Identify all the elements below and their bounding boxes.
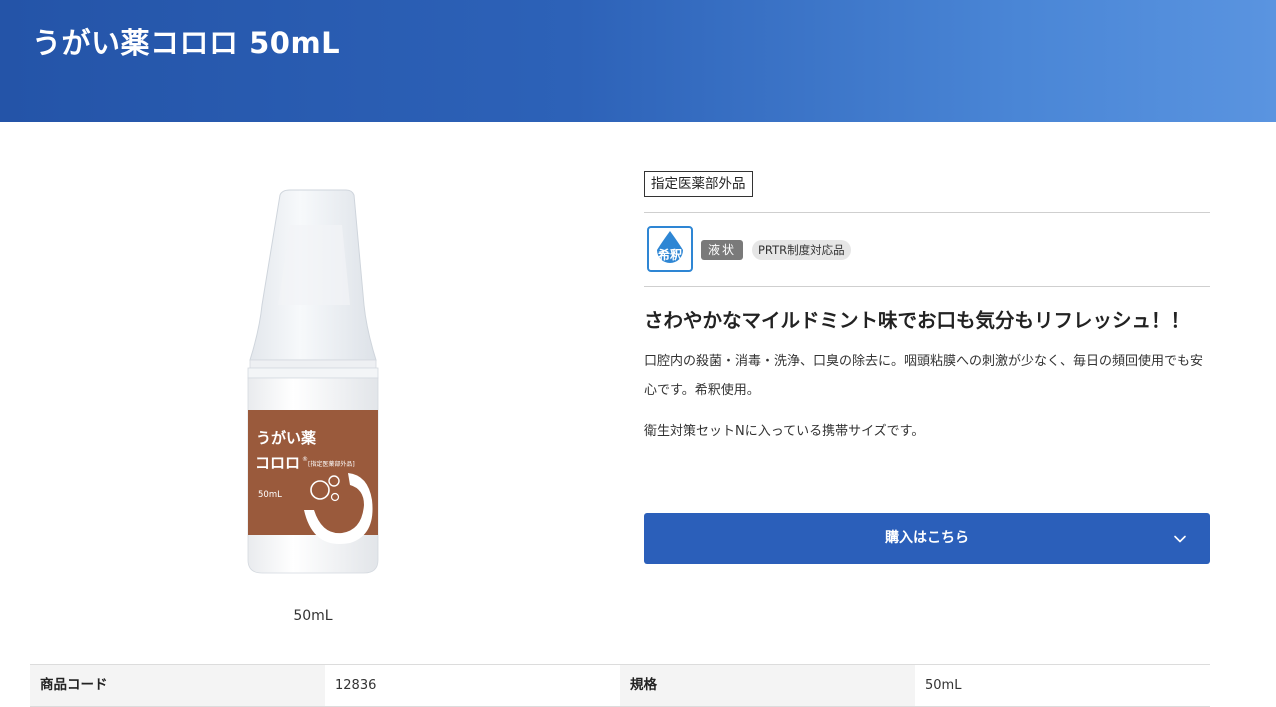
dilute-icon-text: 希釈 xyxy=(657,247,683,262)
spec-table: 商品コード 12836 規格 50mL xyxy=(30,664,1210,707)
description-sub: 衛生対策セットNに入っている携帯サイズです。 xyxy=(644,424,925,439)
page-header: うがい薬コロロ 50mL xyxy=(0,0,1276,122)
category-badge: 指定医薬部外品 xyxy=(644,171,753,197)
product-caption: 50mL xyxy=(293,608,333,624)
spec-code-value: 12836 xyxy=(325,665,620,706)
label-name: うがい薬 xyxy=(256,429,316,447)
spec-size-value: 50mL xyxy=(915,665,1210,706)
divider xyxy=(644,212,1210,213)
tag-prtr: PRTR制度対応品 xyxy=(752,240,851,260)
tag-liquid: 液状 xyxy=(701,240,744,260)
catchcopy: さわやかなマイルドミント味でお口も気分もリフレッシュ！！ xyxy=(644,309,1191,332)
product-image: うがい薬 コロロ ® [指定医薬部外品] 50mL xyxy=(247,189,379,574)
buy-button[interactable]: 購入はこちら xyxy=(644,513,1210,564)
description-main: 口腔内の殺菌・消毒・洗浄、口臭の除去に。咽頭粘膜への刺激が少なく、毎日の頻回使用… xyxy=(644,354,1204,398)
spec-code-label: 商品コード xyxy=(30,665,325,706)
label-volume: 50mL xyxy=(258,490,282,500)
dilute-icon: 希釈 xyxy=(647,226,693,272)
page-title: うがい薬コロロ 50mL xyxy=(32,26,341,60)
chevron-down-icon xyxy=(1174,535,1186,543)
label-category: [指定医薬部外品] xyxy=(308,460,355,468)
buy-button-label: 購入はこちら xyxy=(885,530,969,546)
spec-size-label: 規格 xyxy=(620,665,915,706)
label-brand: コロロ xyxy=(255,454,300,472)
divider xyxy=(644,286,1210,287)
